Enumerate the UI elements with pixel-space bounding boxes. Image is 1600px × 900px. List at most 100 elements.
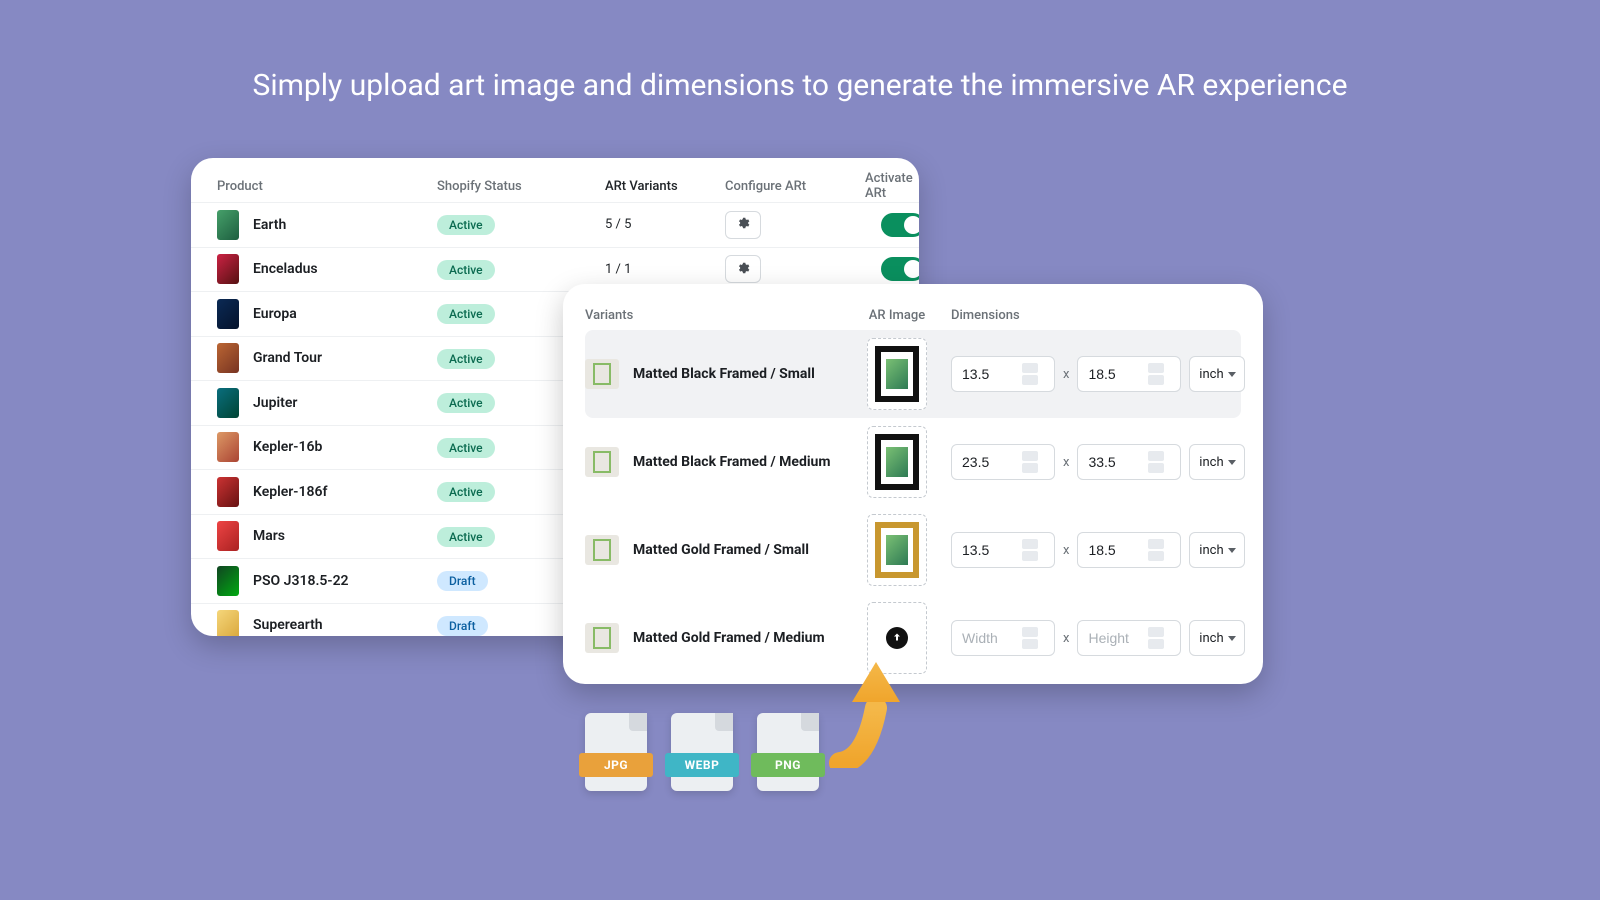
variants-header-row: Variants AR Image Dimensions	[585, 300, 1241, 330]
status-badge: Active	[437, 215, 495, 235]
variant-row[interactable]: Matted Black Framed / Smallxinch	[585, 330, 1241, 418]
gear-icon	[736, 215, 750, 234]
status-badge: Active	[437, 260, 495, 280]
col-header-variants: ARt Variants	[605, 179, 725, 194]
variant-row[interactable]: Matted Black Framed / Mediumxinch	[585, 418, 1241, 506]
width-input-wrapper	[951, 444, 1055, 480]
activate-toggle[interactable]	[881, 213, 919, 237]
variant-label: Matted Black Framed / Small	[633, 366, 815, 382]
variant-label: Matted Black Framed / Medium	[633, 454, 831, 470]
width-stepper[interactable]	[1022, 363, 1038, 385]
col-header-configure: Configure ARt	[725, 179, 865, 194]
page-headline: Simply upload art image and dimensions t…	[0, 68, 1600, 103]
height-stepper[interactable]	[1148, 363, 1164, 385]
height-input[interactable]	[1088, 454, 1148, 470]
status-badge: Draft	[437, 571, 488, 591]
products-header-row: Product Shopify Status ARt Variants Conf…	[191, 170, 919, 202]
dimension-separator: x	[1063, 543, 1069, 558]
width-stepper[interactable]	[1022, 539, 1038, 561]
product-name: Kepler-16b	[253, 439, 322, 455]
width-input-wrapper	[951, 620, 1055, 656]
width-input[interactable]	[962, 542, 1022, 558]
variants-panel: Variants AR Image Dimensions Matted Blac…	[563, 284, 1263, 684]
gear-icon	[736, 260, 750, 279]
col-header-variants-name: Variants	[585, 308, 843, 323]
variant-row[interactable]: Matted Gold Framed / Mediumxinch	[585, 594, 1241, 682]
product-name: Mars	[253, 528, 285, 544]
product-name: PSO J318.5-22	[253, 573, 349, 589]
status-badge: Active	[437, 349, 495, 369]
configure-button[interactable]	[725, 211, 761, 239]
product-name: Jupiter	[253, 395, 297, 411]
unit-select[interactable]: inch	[1189, 444, 1245, 480]
ar-image-preview[interactable]	[867, 338, 927, 410]
height-input[interactable]	[1088, 542, 1148, 558]
width-input[interactable]	[962, 454, 1022, 470]
height-stepper[interactable]	[1148, 627, 1164, 649]
file-format-label: WEBP	[665, 753, 739, 777]
status-badge: Active	[437, 393, 495, 413]
height-input[interactable]	[1088, 630, 1148, 646]
activate-toggle[interactable]	[881, 257, 919, 281]
height-stepper[interactable]	[1148, 451, 1164, 473]
width-input[interactable]	[962, 630, 1022, 646]
ar-image-upload[interactable]	[867, 602, 927, 674]
variants-count: 5 / 5	[605, 217, 725, 232]
col-header-activate: Activate ARt	[865, 171, 919, 201]
variant-thumbnail	[585, 535, 619, 565]
file-format-icon: WEBP	[671, 713, 733, 791]
width-input-wrapper	[951, 356, 1055, 392]
height-input[interactable]	[1088, 366, 1148, 382]
product-name: Europa	[253, 306, 297, 322]
file-format-label: PNG	[751, 753, 825, 777]
file-format-icons: JPG WEBP PNG	[585, 713, 819, 791]
dimension-separator: x	[1063, 455, 1069, 470]
width-input-wrapper	[951, 532, 1055, 568]
status-badge: Active	[437, 482, 495, 502]
col-header-status: Shopify Status	[437, 179, 605, 194]
height-stepper[interactable]	[1148, 539, 1164, 561]
status-badge: Active	[437, 527, 495, 547]
unit-select[interactable]: inch	[1189, 620, 1245, 656]
product-name: Enceladus	[253, 261, 318, 277]
height-input-wrapper	[1077, 532, 1181, 568]
product-thumbnail	[217, 477, 239, 507]
height-input-wrapper	[1077, 356, 1181, 392]
table-row[interactable]: Earth Active 5 / 5	[191, 202, 919, 247]
width-stepper[interactable]	[1022, 627, 1038, 649]
product-thumbnail	[217, 254, 239, 284]
product-thumbnail	[217, 566, 239, 596]
width-stepper[interactable]	[1022, 451, 1038, 473]
product-thumbnail	[217, 432, 239, 462]
variant-label: Matted Gold Framed / Small	[633, 542, 809, 558]
product-name: Superearth	[253, 617, 323, 633]
product-thumbnail	[217, 210, 239, 240]
col-header-product: Product	[217, 179, 437, 194]
product-name: Earth	[253, 217, 286, 233]
variant-thumbnail	[585, 447, 619, 477]
file-format-icon: PNG	[757, 713, 819, 791]
ar-image-preview[interactable]	[867, 426, 927, 498]
variant-thumbnail	[585, 623, 619, 653]
col-header-dimensions: Dimensions	[951, 308, 1241, 323]
height-input-wrapper	[1077, 620, 1181, 656]
width-input[interactable]	[962, 366, 1022, 382]
configure-button[interactable]	[725, 255, 761, 283]
height-input-wrapper	[1077, 444, 1181, 480]
product-thumbnail	[217, 299, 239, 329]
status-badge: Active	[437, 438, 495, 458]
upload-icon	[886, 627, 908, 649]
col-header-ar-image: AR Image	[859, 308, 935, 323]
file-format-label: JPG	[579, 753, 653, 777]
product-name: Grand Tour	[253, 350, 322, 366]
dimension-separator: x	[1063, 631, 1069, 646]
dimension-separator: x	[1063, 367, 1069, 382]
product-thumbnail	[217, 343, 239, 373]
unit-select[interactable]: inch	[1189, 356, 1245, 392]
file-format-icon: JPG	[585, 713, 647, 791]
unit-select[interactable]: inch	[1189, 532, 1245, 568]
status-badge: Draft	[437, 616, 488, 636]
variant-row[interactable]: Matted Gold Framed / Smallxinch	[585, 506, 1241, 594]
product-thumbnail	[217, 388, 239, 418]
ar-image-preview[interactable]	[867, 514, 927, 586]
